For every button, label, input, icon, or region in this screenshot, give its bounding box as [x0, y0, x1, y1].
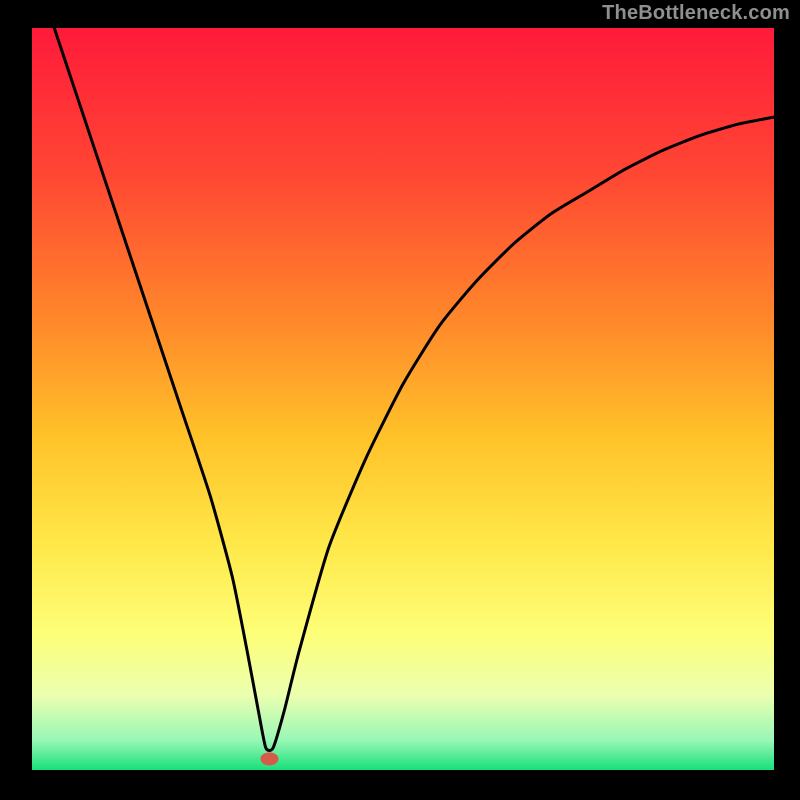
chart-frame: TheBottleneck.com — [0, 0, 800, 800]
optimum-marker — [260, 752, 278, 765]
plot-background — [32, 28, 774, 770]
bottleneck-chart — [0, 0, 800, 800]
